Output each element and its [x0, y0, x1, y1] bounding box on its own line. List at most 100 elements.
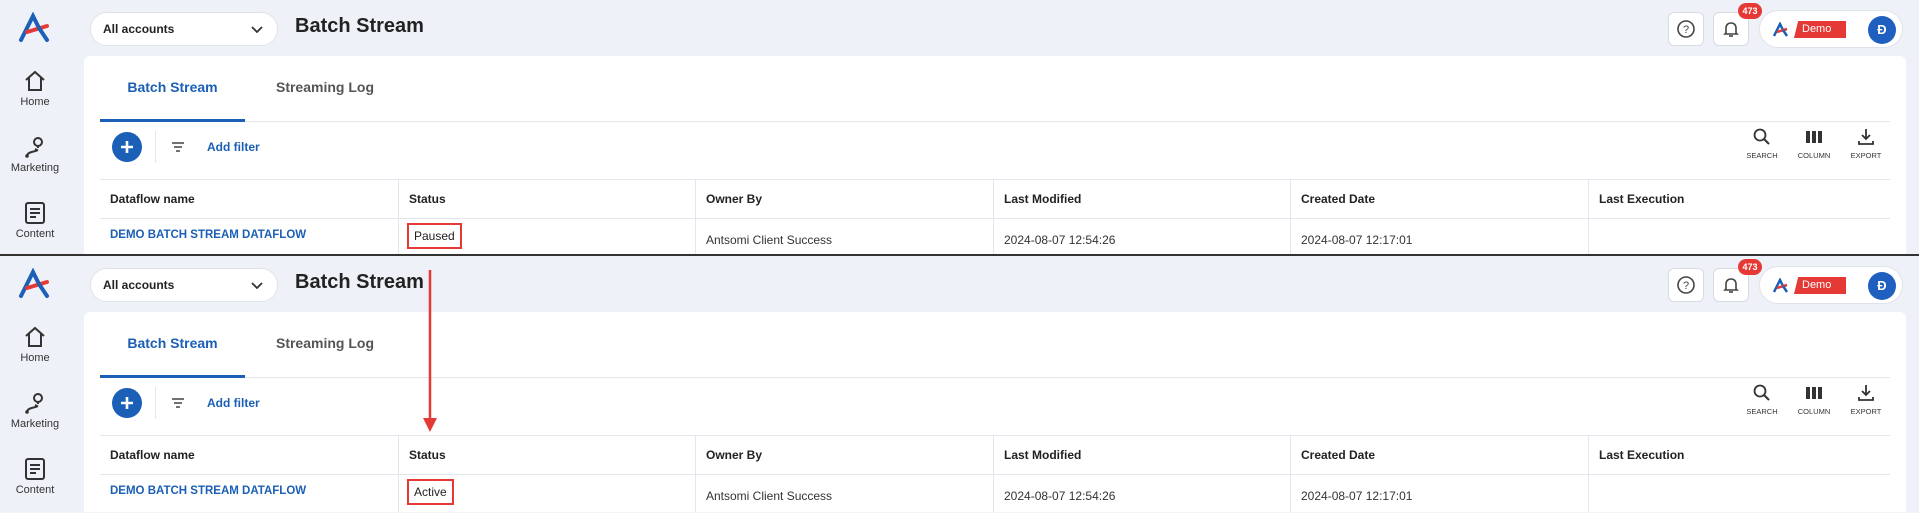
content-card: Batch Stream Streaming Log Add filter SE…	[84, 56, 1906, 256]
panel-before: Home Marketing Content All accounts Batc…	[0, 0, 1919, 256]
export-label: EXPORT	[1850, 407, 1882, 416]
tab-batch-stream[interactable]: Batch Stream	[100, 56, 245, 122]
tab-streaming-log[interactable]: Streaming Log	[250, 56, 400, 122]
search-tool[interactable]: SEARCH	[1740, 383, 1784, 416]
app-logo-icon[interactable]	[17, 268, 53, 300]
column-label: COLUMN	[1797, 151, 1831, 160]
filter-icon[interactable]	[170, 140, 186, 154]
status-cell: Paused	[398, 219, 695, 256]
plus-icon	[121, 141, 133, 153]
header: All accounts Batch Stream ? 473 Demo Đ	[70, 256, 1919, 312]
sidebar-item-content[interactable]: Content	[0, 202, 70, 240]
table-header: Dataflow name Status Owner By Last Modif…	[100, 179, 1890, 220]
column-header-status[interactable]: Status	[398, 180, 695, 220]
column-header-created-date[interactable]: Created Date	[1290, 180, 1588, 220]
sidebar-item-content[interactable]: Content	[0, 458, 70, 496]
panel-divider	[0, 254, 1919, 256]
help-button[interactable]: ?	[1668, 12, 1704, 46]
tab-bar: Batch Stream Streaming Log	[100, 312, 1890, 378]
page-title: Batch Stream	[295, 271, 424, 293]
created-date-cell: 2024-08-07 12:17:01	[1290, 219, 1588, 256]
status-badge: Paused	[407, 223, 462, 249]
app-logo-icon[interactable]	[17, 12, 53, 44]
column-header-dataflow-name[interactable]: Dataflow name	[100, 180, 398, 220]
table-row[interactable]: DEMO BATCH STREAM DATAFLOW Paused Antsom…	[100, 219, 1890, 256]
search-icon	[1753, 128, 1770, 145]
add-filter-link[interactable]: Add filter	[207, 140, 260, 154]
table-header: Dataflow name Status Owner By Last Modif…	[100, 435, 1890, 476]
column-header-owner[interactable]: Owner By	[695, 436, 993, 476]
notification-badge: 473	[1738, 3, 1762, 19]
sidebar-item-marketing[interactable]: Marketing	[0, 392, 70, 430]
sidebar: Home Marketing Content	[0, 256, 70, 512]
search-icon	[1753, 384, 1770, 401]
created-date-cell: 2024-08-07 12:17:01	[1290, 475, 1588, 512]
add-button[interactable]	[112, 388, 142, 418]
column-header-last-modified[interactable]: Last Modified	[993, 180, 1290, 220]
column-tool[interactable]: COLUMN	[1792, 383, 1836, 416]
download-icon	[1858, 129, 1874, 145]
document-icon	[25, 202, 45, 224]
column-header-status[interactable]: Status	[398, 436, 695, 476]
tab-batch-stream[interactable]: Batch Stream	[100, 312, 245, 378]
status-cell: Active	[398, 475, 695, 512]
sidebar-item-label: Marketing	[10, 162, 60, 174]
dataflow-name-link[interactable]: DEMO BATCH STREAM DATAFLOW	[100, 475, 398, 512]
bell-icon	[1723, 278, 1739, 293]
column-header-created-date[interactable]: Created Date	[1290, 436, 1588, 476]
column-header-owner[interactable]: Owner By	[695, 180, 993, 220]
dataflow-name-link[interactable]: DEMO BATCH STREAM DATAFLOW	[100, 219, 398, 256]
column-header-last-execution[interactable]: Last Execution	[1588, 436, 1890, 476]
search-label: SEARCH	[1746, 151, 1778, 160]
column-header-last-execution[interactable]: Last Execution	[1588, 180, 1890, 220]
search-tool[interactable]: SEARCH	[1740, 127, 1784, 160]
export-tool[interactable]: EXPORT	[1844, 383, 1888, 416]
sidebar-item-label: Content	[15, 484, 55, 496]
account-select-value: All accounts	[103, 278, 175, 292]
svg-text:?: ?	[1683, 280, 1689, 292]
avatar[interactable]: Đ	[1868, 16, 1896, 44]
sidebar-item-marketing[interactable]: Marketing	[0, 136, 70, 174]
page-title: Batch Stream	[295, 15, 424, 37]
sidebar-item-home[interactable]: Home	[0, 70, 70, 108]
route-pin-icon	[25, 137, 43, 158]
home-icon	[25, 326, 45, 347]
toolbar-divider	[155, 131, 156, 163]
brand-logo-icon	[1772, 22, 1789, 37]
chevron-down-icon	[251, 26, 263, 34]
sidebar-item-label: Marketing	[10, 418, 60, 430]
demo-tag: Demo	[1794, 277, 1846, 294]
annotation-arrow	[423, 270, 437, 432]
column-header-dataflow-name[interactable]: Dataflow name	[100, 436, 398, 476]
tab-streaming-log[interactable]: Streaming Log	[250, 312, 400, 378]
toolbar: Add filter SEARCH COLUMN EXPORT	[100, 379, 1890, 435]
account-select[interactable]: All accounts	[90, 12, 278, 46]
last-execution-cell	[1588, 475, 1890, 512]
plus-icon	[121, 397, 133, 409]
columns-icon	[1806, 387, 1822, 399]
account-select[interactable]: All accounts	[90, 268, 278, 302]
chevron-down-icon	[251, 282, 263, 290]
table-row[interactable]: DEMO BATCH STREAM DATAFLOW Active Antsom…	[100, 475, 1890, 512]
user-menu[interactable]: Demo Đ	[1759, 266, 1903, 304]
add-button[interactable]	[112, 132, 142, 162]
column-label: COLUMN	[1797, 407, 1831, 416]
add-filter-link[interactable]: Add filter	[207, 396, 260, 410]
sidebar: Home Marketing Content	[0, 0, 70, 256]
column-tool[interactable]: COLUMN	[1792, 127, 1836, 160]
route-pin-icon	[25, 393, 43, 414]
avatar[interactable]: Đ	[1868, 272, 1896, 300]
content-card: Batch Stream Streaming Log Add filter SE…	[84, 312, 1906, 512]
column-header-last-modified[interactable]: Last Modified	[993, 436, 1290, 476]
home-icon	[25, 70, 45, 91]
export-tool[interactable]: EXPORT	[1844, 127, 1888, 160]
sidebar-item-home[interactable]: Home	[0, 326, 70, 364]
owner-cell: Antsomi Client Success	[695, 475, 993, 512]
filter-icon[interactable]	[170, 396, 186, 410]
help-button[interactable]: ?	[1668, 268, 1704, 302]
download-icon	[1858, 385, 1874, 401]
brand-logo-icon	[1772, 278, 1789, 293]
user-menu[interactable]: Demo Đ	[1759, 10, 1903, 48]
demo-tag: Demo	[1794, 21, 1846, 38]
columns-icon	[1806, 131, 1822, 143]
